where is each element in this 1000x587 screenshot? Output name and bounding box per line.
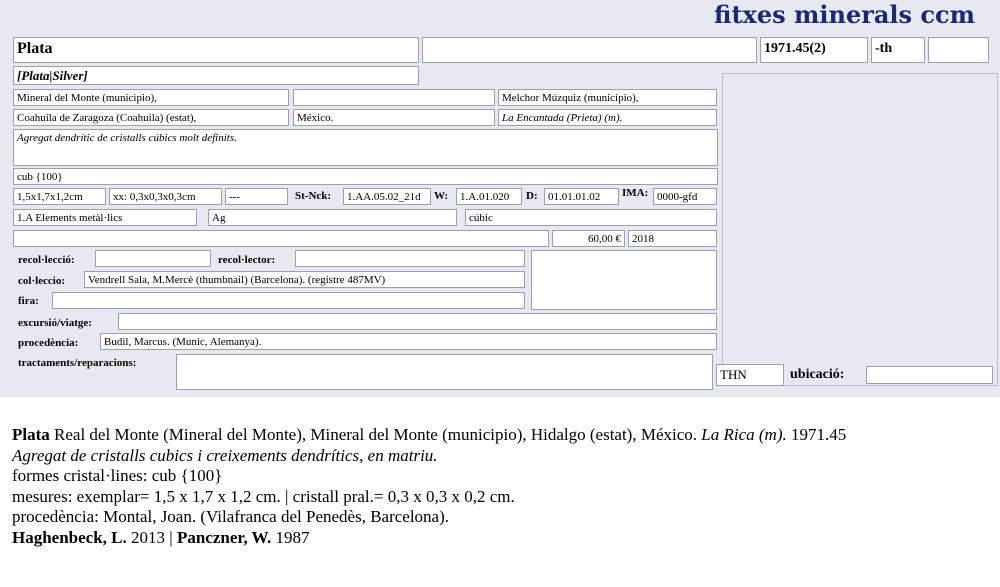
description-field[interactable]: Agregat dendrític de cristalls cúbics mo…	[13, 129, 718, 166]
caption-forms: formes cristal·lines: cub {100}	[12, 466, 223, 485]
fira-label: fira:	[18, 295, 39, 307]
caption-catalog: 1971.45	[786, 425, 847, 444]
recolector-label: recol·lector:	[218, 254, 276, 266]
d-label: D:	[526, 190, 538, 202]
ref1-year: 2013 |	[126, 527, 177, 547]
excursio-label: excursió/viatge:	[18, 317, 92, 329]
suffix-field[interactable]: -th	[871, 37, 925, 63]
ubicacio-field[interactable]	[866, 366, 993, 384]
ref2-author: Panczner, W.	[176, 527, 272, 547]
caption-line-1: Plata Real del Monte (Mineral del Monte)…	[12, 425, 988, 446]
catalog-field[interactable]: 1971.45(2)	[760, 37, 868, 63]
d-field[interactable]: 01.01.01.02	[544, 188, 619, 205]
caption-description: Agregat de cristalls cubics i creixement…	[12, 445, 438, 465]
recoleccio-label: recol·lecció:	[18, 254, 75, 266]
blank-field-2[interactable]	[928, 37, 989, 63]
recoleccio-field[interactable]	[95, 250, 211, 267]
fira-field[interactable]	[52, 292, 525, 309]
crystal-size-field[interactable]: xx: 0,3x0,3x0,3cm	[109, 188, 222, 205]
stnck-label: St-Nck:	[295, 190, 332, 202]
class-field[interactable]: 1.A Elements metàl·lics	[13, 209, 197, 226]
year-field[interactable]: 2018	[628, 230, 717, 247]
notes-box[interactable]	[531, 250, 717, 310]
caption-references: Haghenbeck, L. 2013 | Panczner, W. 1987	[12, 528, 988, 549]
locality-field-1c[interactable]: Melchor Múzquiz (municipio),	[498, 89, 717, 106]
brand-title: fitxes minerals ccm	[714, 0, 976, 29]
ref1-author: Haghenbeck, L.	[12, 527, 127, 547]
recolector-field[interactable]	[295, 250, 525, 267]
procedencia-field[interactable]: Budil, Marcus. (Munic, Alemanya).	[100, 333, 717, 350]
w-field[interactable]: 1.A.01.020	[456, 188, 522, 205]
caption-measures: mesures: exemplar= 1,5 x 1,7 x 1,2 cm. |…	[12, 486, 515, 506]
system-field[interactable]: cúbic	[465, 209, 717, 226]
formula-field[interactable]: Ag	[208, 209, 457, 226]
caption-locality-italic: La Rica (m).	[701, 425, 787, 444]
dash-field[interactable]: ---	[225, 188, 288, 205]
colleccio-label: col·leccio:	[18, 275, 66, 287]
stnck-field[interactable]: 1.AA.05.02_21d	[343, 188, 431, 205]
size-field[interactable]: 1,5x1,7x1,2cm	[13, 188, 106, 205]
locality-field-1b[interactable]	[293, 89, 495, 106]
blank-row-field[interactable]	[13, 230, 549, 247]
locality-field-2b[interactable]: México.	[293, 109, 495, 126]
blank-field-1[interactable]	[422, 37, 757, 63]
locality-field-2c[interactable]: La Encantada (Prieta) (m).	[498, 109, 717, 126]
excursio-field[interactable]	[118, 313, 717, 330]
locality-field-2[interactable]: Coahuila de Zaragoza (Coahuila) (estat),	[13, 109, 289, 126]
image-panel	[722, 73, 998, 386]
forms-field[interactable]: cub {100}	[13, 168, 718, 185]
procedencia-label: procedència:	[18, 337, 79, 349]
ubicacio-label: ubicació:	[790, 367, 845, 382]
name-field[interactable]: Plata	[13, 37, 419, 63]
specimen-caption: Plata Real del Monte (Mineral del Monte)…	[12, 425, 988, 548]
ima-field[interactable]: 0000-gfd	[653, 188, 717, 205]
ima-label: IMA:	[622, 187, 649, 199]
colleccio-field[interactable]: Vendrell Sala, M.Mercè (thumbnail) (Barc…	[84, 271, 525, 288]
price-field[interactable]: 60,00 €	[552, 230, 625, 247]
caption-procedencia: procedència: Montal, Joan. (Vilafranca d…	[12, 507, 450, 526]
locality-field-1[interactable]: Mineral del Monte (municipio),	[13, 89, 289, 106]
caption-locality: Real del Monte (Mineral del Monte), Mine…	[49, 425, 702, 444]
caption-name: Plata	[12, 425, 50, 444]
tractaments-label: tractaments/reparacions:	[18, 357, 137, 369]
tractaments-field[interactable]	[176, 354, 713, 390]
synonym-field[interactable]: [Plata|Silver]	[13, 66, 419, 85]
ref2-year: 1987	[271, 527, 310, 547]
w-label: W:	[434, 190, 449, 202]
thn-field[interactable]: THN	[716, 364, 784, 386]
record-form: fitxes minerals ccm Plata 1971.45(2) -th…	[0, 0, 1000, 397]
